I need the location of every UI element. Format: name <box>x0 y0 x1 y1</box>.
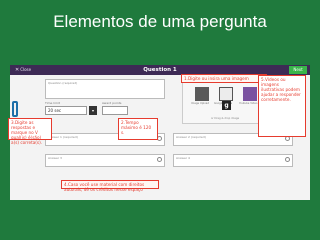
chevron-down-icon[interactable]: ▾ <box>89 106 97 115</box>
media-panel: Image Upload Google Image Youtube Video … <box>182 82 268 124</box>
annotation-credits: 4.Caso você use material com direitos au… <box>61 180 159 192</box>
annotation-media: 5.Vídeos ou imagens ilustrativas podem a… <box>258 75 306 137</box>
points-label: Award points <box>102 101 122 105</box>
time-limit: Time limit 20 sec ▾ <box>45 101 97 119</box>
answer-3-field[interactable]: Answer 3 <box>45 154 165 167</box>
annotation-time: 2.Tempo máximo é 120 s. <box>118 118 158 140</box>
answer-label: Answer 2 (required) <box>176 135 206 139</box>
drag-drop-text: or Drag & drop image <box>210 117 240 120</box>
media-label: Youtube Video <box>239 102 258 105</box>
answer-label: Answer 1 (required) <box>48 135 78 139</box>
question-field[interactable]: Question (required) <box>45 79 165 99</box>
media-label: Image Upload <box>191 102 210 105</box>
blue-marker-icon <box>12 101 18 117</box>
annotation-answers: 3.Digite as respostas e marque no V qual… <box>8 118 52 145</box>
question-label: Question (required) <box>48 81 78 85</box>
correct-answer-radio[interactable] <box>285 157 290 162</box>
annotation-question: 1.Digite ou insira uma imagem <box>181 74 267 83</box>
image-upload-icon[interactable] <box>195 87 209 101</box>
next-button[interactable]: Next <box>289 66 307 74</box>
answer-label: Answer 3 <box>48 156 62 160</box>
slide-title: Elementos de uma pergunta <box>53 12 267 31</box>
answer-4-field[interactable]: Answer 4 <box>173 154 293 167</box>
points-toggle[interactable] <box>102 106 128 115</box>
correct-answer-radio[interactable] <box>157 157 162 162</box>
google-logo-icon: g <box>222 101 231 110</box>
answer-label: Answer 4 <box>176 156 190 160</box>
award-points: Award points <box>102 101 132 119</box>
youtube-video-icon[interactable] <box>243 87 257 101</box>
question-title: Question 1 <box>143 67 177 73</box>
google-image-icon[interactable] <box>219 87 233 101</box>
time-limit-label: Time limit <box>45 101 60 105</box>
time-limit-select[interactable]: 20 sec <box>45 106 87 115</box>
